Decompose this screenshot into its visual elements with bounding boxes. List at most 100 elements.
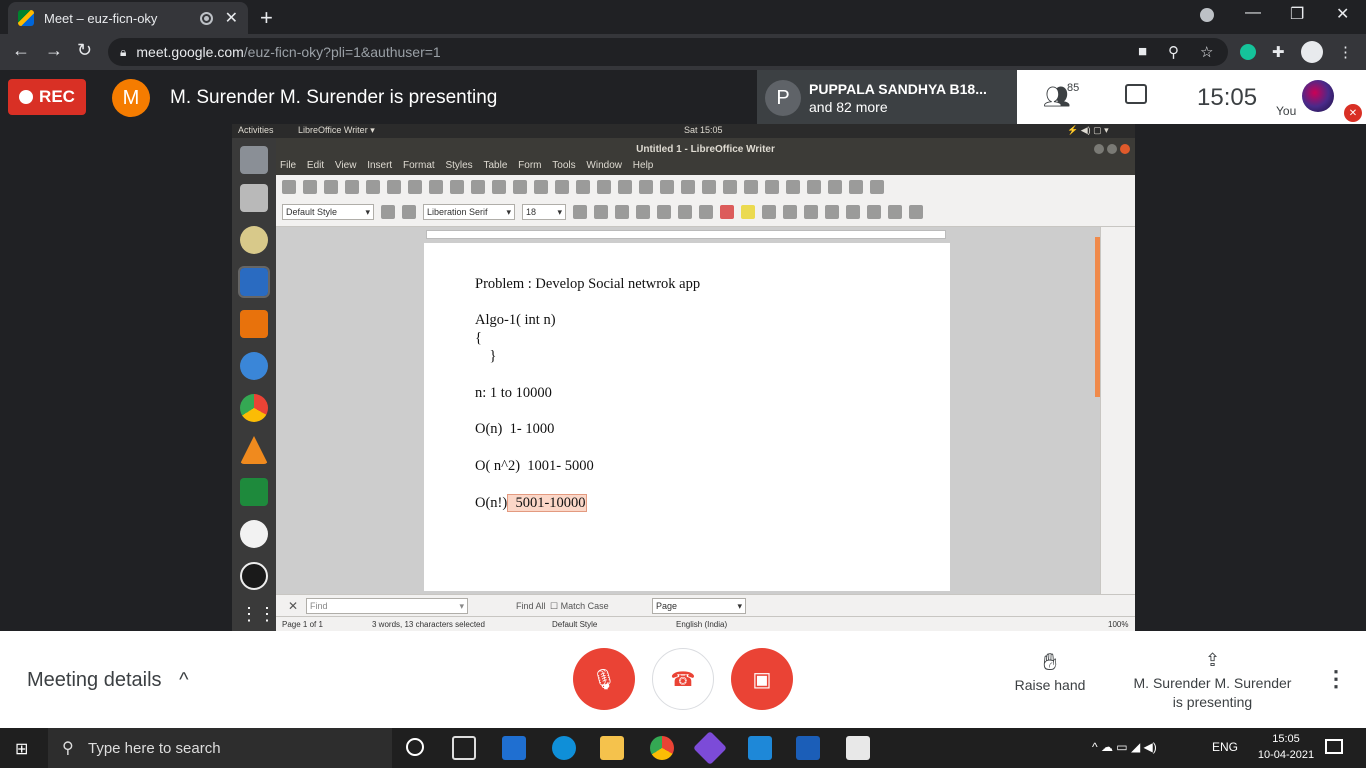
image-icon bbox=[618, 180, 632, 194]
vscode-icon[interactable] bbox=[748, 736, 772, 760]
meet-bottom-bar: Meeting details ^ 🎙︎ ☎︎ ▣ ✋︎ Raise hand … bbox=[0, 631, 1366, 728]
minimize-button[interactable]: — bbox=[1245, 4, 1261, 22]
camera-icon[interactable]: ■ bbox=[1138, 43, 1147, 60]
files-launcher-icon bbox=[240, 146, 268, 174]
meeting-details-button[interactable]: Meeting details ^ bbox=[27, 669, 188, 692]
hang-up-icon: ☎︎ bbox=[670, 668, 696, 691]
windows-start-icon[interactable]: ⊞ bbox=[15, 739, 28, 759]
edge-icon[interactable] bbox=[552, 736, 576, 760]
file-explorer-icon[interactable] bbox=[600, 736, 624, 760]
new-tab-button[interactable]: + bbox=[260, 5, 273, 31]
profile-avatar[interactable] bbox=[1301, 41, 1323, 63]
align-right-icon bbox=[846, 205, 860, 219]
close-window-button[interactable]: ✕ bbox=[1336, 4, 1349, 24]
undo-icon bbox=[492, 180, 506, 194]
presenting-status-button[interactable]: ⇪ M. Surender M. Surender is presenting bbox=[1120, 651, 1305, 712]
underline-icon bbox=[615, 205, 629, 219]
presenter-avatar: M bbox=[112, 79, 150, 117]
doc-line: Problem : Develop Social netwrok app bbox=[475, 276, 701, 292]
menu-styles: Styles bbox=[445, 160, 473, 171]
textbox-icon bbox=[660, 180, 674, 194]
participant-avatar: P bbox=[765, 80, 801, 116]
extensions-puzzle-icon[interactable]: ✚ bbox=[1272, 43, 1285, 61]
close-tab-icon[interactable]: ✕ bbox=[225, 8, 238, 28]
field-icon bbox=[702, 180, 716, 194]
page-count: Page 1 of 1 bbox=[282, 620, 323, 629]
doc-line: n: 1 to 10000 bbox=[475, 385, 552, 401]
numbering-icon bbox=[783, 205, 797, 219]
menu-window: Window bbox=[586, 160, 622, 171]
doc-line: O(n) 1- 1000 bbox=[475, 421, 555, 437]
help-launcher-icon bbox=[240, 352, 268, 380]
find-replace-icon bbox=[534, 180, 548, 194]
clone-icon bbox=[471, 180, 485, 194]
font-size-value: 18 bbox=[526, 207, 537, 217]
font-name-value: Liberation Serif bbox=[427, 207, 488, 217]
doc-line: O(n!) bbox=[475, 495, 508, 511]
forward-icon[interactable]: → bbox=[45, 40, 63, 61]
self-avatar[interactable] bbox=[1302, 80, 1334, 112]
camera-off-icon: ▣ bbox=[752, 668, 772, 691]
people-count: 85 bbox=[1067, 82, 1080, 94]
menu-format: Format bbox=[403, 160, 435, 171]
comment-icon bbox=[807, 180, 821, 194]
participant-name: PUPPALA SANDHYA B18... bbox=[809, 81, 987, 97]
browser-tab[interactable]: Meet – euz-ficn-oky ✕ bbox=[8, 2, 248, 34]
writer-minimize-icon bbox=[1094, 144, 1104, 154]
back-icon[interactable]: ← bbox=[12, 40, 30, 61]
document-page: Problem : Develop Social netwrok app Alg… bbox=[424, 243, 950, 591]
url-host: meet.google.com bbox=[136, 44, 244, 60]
writer-close-icon bbox=[1120, 144, 1130, 154]
taskbar-search-box[interactable]: ⚲ Type here to search bbox=[48, 728, 392, 768]
camera-toggle-button[interactable]: ▣ bbox=[731, 648, 793, 710]
search-scope-value: Page bbox=[656, 601, 678, 611]
more-options-icon[interactable]: ⋮ bbox=[1325, 666, 1347, 692]
word-icon[interactable] bbox=[796, 736, 820, 760]
taskbar-clock[interactable]: 15:05 10-04-2021 bbox=[1254, 731, 1318, 763]
writer-window-title: Untitled 1 - LibreOffice Writer bbox=[636, 144, 775, 155]
app-icon[interactable] bbox=[693, 731, 727, 765]
rhythmbox-launcher-icon bbox=[240, 226, 268, 254]
participant-tile[interactable]: P PUPPALA SANDHYA B18... and 82 more bbox=[757, 70, 1017, 124]
presenting-line1: M. Surender M. Surender bbox=[1133, 675, 1292, 691]
address-bar[interactable]: 🔒︎ meet.google.com /euz-ficn-oky?pli=1&a… bbox=[108, 38, 1228, 66]
cortana-icon[interactable] bbox=[406, 738, 424, 756]
task-view-icon[interactable] bbox=[452, 736, 476, 760]
restore-button[interactable]: ❐ bbox=[1290, 4, 1304, 24]
reload-icon[interactable]: ↻ bbox=[77, 40, 92, 61]
line-spacing-icon bbox=[888, 205, 902, 219]
bookmark-star-icon[interactable]: ☆ bbox=[1200, 43, 1213, 61]
align-center-icon bbox=[825, 205, 839, 219]
recording-button[interactable]: REC bbox=[8, 79, 86, 115]
redo-icon bbox=[513, 180, 527, 194]
horizontal-ruler bbox=[426, 230, 946, 239]
formatting-toolbar: Default Style ▾ Liberation Serif ▾ 18 ▾ bbox=[282, 203, 923, 221]
chrome-taskbar-icon[interactable] bbox=[650, 736, 674, 760]
bullets-icon bbox=[762, 205, 776, 219]
ubuntu-top-panel: Activities LibreOffice Writer ▾ Sat 15:0… bbox=[232, 124, 1135, 138]
raise-hand-button[interactable]: ✋︎ Raise hand bbox=[1000, 649, 1100, 693]
notification-icon[interactable] bbox=[1325, 739, 1343, 754]
zoom-icon[interactable]: ⚲ bbox=[1168, 43, 1179, 61]
find-toolbar: ✕ Find ▾ Find All ☐ Match Case Page ▾ bbox=[276, 594, 1135, 616]
grammarly-extension-icon[interactable] bbox=[1240, 44, 1256, 60]
taskbar-time: 15:05 bbox=[1272, 733, 1300, 745]
chat-icon[interactable] bbox=[1125, 84, 1147, 104]
footnote-icon bbox=[765, 180, 779, 194]
tray-icons[interactable]: ^ ☁ ▭ ◢ ◀) bbox=[1092, 740, 1157, 754]
doc-line-with-selection: O(n!) 5001-10000 bbox=[475, 494, 587, 512]
page-break-icon bbox=[681, 180, 695, 194]
app-menu-label: LibreOffice Writer ▾ bbox=[298, 125, 375, 135]
url-path: /euz-ficn-oky?pli=1&authuser=1 bbox=[243, 44, 441, 60]
menu-help: Help bbox=[632, 160, 654, 171]
moodle-icon[interactable] bbox=[846, 736, 870, 760]
language-indicator[interactable]: ENG bbox=[1212, 740, 1238, 754]
tab-search-icon[interactable] bbox=[1200, 8, 1214, 22]
shared-ubuntu-desktop: Activities LibreOffice Writer ▾ Sat 15:0… bbox=[232, 124, 1135, 631]
chrome-menu-icon[interactable]: ⋮ bbox=[1338, 43, 1353, 61]
store-icon[interactable] bbox=[502, 736, 526, 760]
align-left-icon bbox=[804, 205, 818, 219]
browser-tab-strip: Meet – euz-ficn-oky ✕ + — ❐ ✕ bbox=[0, 0, 1366, 34]
mic-toggle-button[interactable]: 🎙︎ bbox=[573, 648, 635, 710]
leave-call-button[interactable]: ☎︎ bbox=[652, 648, 714, 710]
